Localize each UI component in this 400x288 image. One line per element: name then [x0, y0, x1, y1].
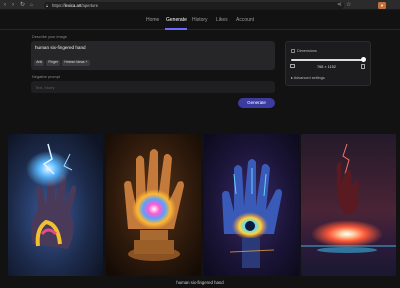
chip-anti[interactable]: Anti	[34, 59, 45, 66]
negative-prompt-label: Negative prompt	[32, 75, 60, 79]
home-icon[interactable]: ⌂	[30, 2, 36, 8]
tab-generate[interactable]: Generate	[166, 17, 187, 23]
tab-home[interactable]: Home	[146, 17, 159, 23]
dimensions-label: Dimensions	[297, 48, 317, 53]
gallery-caption: human six-fingered hand	[176, 280, 224, 285]
prompt-input[interactable]: human six-fingered hand Anti Finger Hmmm…	[31, 41, 275, 70]
site-nav: Home Generate History Likes Account	[0, 10, 400, 30]
portrait-icon[interactable]	[361, 63, 365, 69]
negative-prompt-input[interactable]: Text, blurry	[31, 81, 275, 93]
dimensions-checkbox[interactable]	[291, 49, 295, 53]
address-bar[interactable]: 🔒︎ https://lexica.art/aperture	[44, 1, 344, 9]
hand-red-glow-image	[301, 134, 396, 276]
settings-panel: Dimensions 768 × 1152 ▸ Advanced setting…	[285, 41, 371, 86]
gallery-image[interactable]	[106, 134, 201, 276]
gallery-image[interactable]	[8, 134, 103, 276]
back-icon[interactable]: ‹	[4, 2, 10, 8]
url-host: lexica.art	[64, 2, 82, 8]
extension-icon[interactable]: ▼	[378, 1, 386, 9]
gallery-image[interactable]	[301, 134, 396, 276]
tab-likes[interactable]: Likes	[216, 17, 228, 23]
lock-icon: 🔒︎	[46, 2, 49, 8]
negative-prompt-placeholder: Text, blurry	[35, 84, 55, 90]
bookmark-star-icon[interactable]: ☆	[346, 1, 351, 8]
advanced-settings-toggle[interactable]: ▸ Advanced settings	[291, 75, 325, 80]
hand-rainbow-statue-image	[106, 134, 201, 276]
generate-button[interactable]: Generate	[238, 98, 275, 108]
prompt-chips: Anti Finger Hmmm Ideas +	[34, 59, 90, 66]
slider-knob[interactable]	[361, 57, 366, 62]
prompt-value: human six-fingered hand	[35, 45, 86, 50]
url-prefix: https://	[52, 2, 65, 8]
share-icon[interactable]: ⋖	[337, 1, 342, 8]
dimensions-value: 768 × 1152	[317, 64, 336, 69]
landscape-icon[interactable]	[290, 64, 295, 68]
active-tab-indicator	[165, 28, 187, 30]
forward-icon[interactable]: ›	[12, 2, 18, 8]
gallery-image[interactable]	[204, 134, 299, 276]
tab-account[interactable]: Account	[236, 17, 254, 23]
hand-blue-lightning-image	[8, 134, 103, 276]
chip-ideas[interactable]: Hmmm Ideas +	[62, 59, 90, 66]
chip-finger[interactable]: Finger	[46, 59, 61, 66]
url-path: /aperture	[81, 2, 99, 8]
reload-icon[interactable]: ↻	[20, 2, 26, 8]
browser-toolbar: ‹ › ↻ ⌂ 🔒︎ https://lexica.art/aperture ⋖…	[0, 0, 400, 10]
hand-blue-eye-image	[204, 134, 299, 276]
dimensions-slider[interactable]	[291, 59, 365, 61]
prompt-label: Describe your image	[32, 35, 67, 39]
advanced-settings-label: Advanced settings	[293, 76, 325, 80]
tab-history[interactable]: History	[192, 17, 208, 23]
slider-fill	[291, 59, 365, 61]
